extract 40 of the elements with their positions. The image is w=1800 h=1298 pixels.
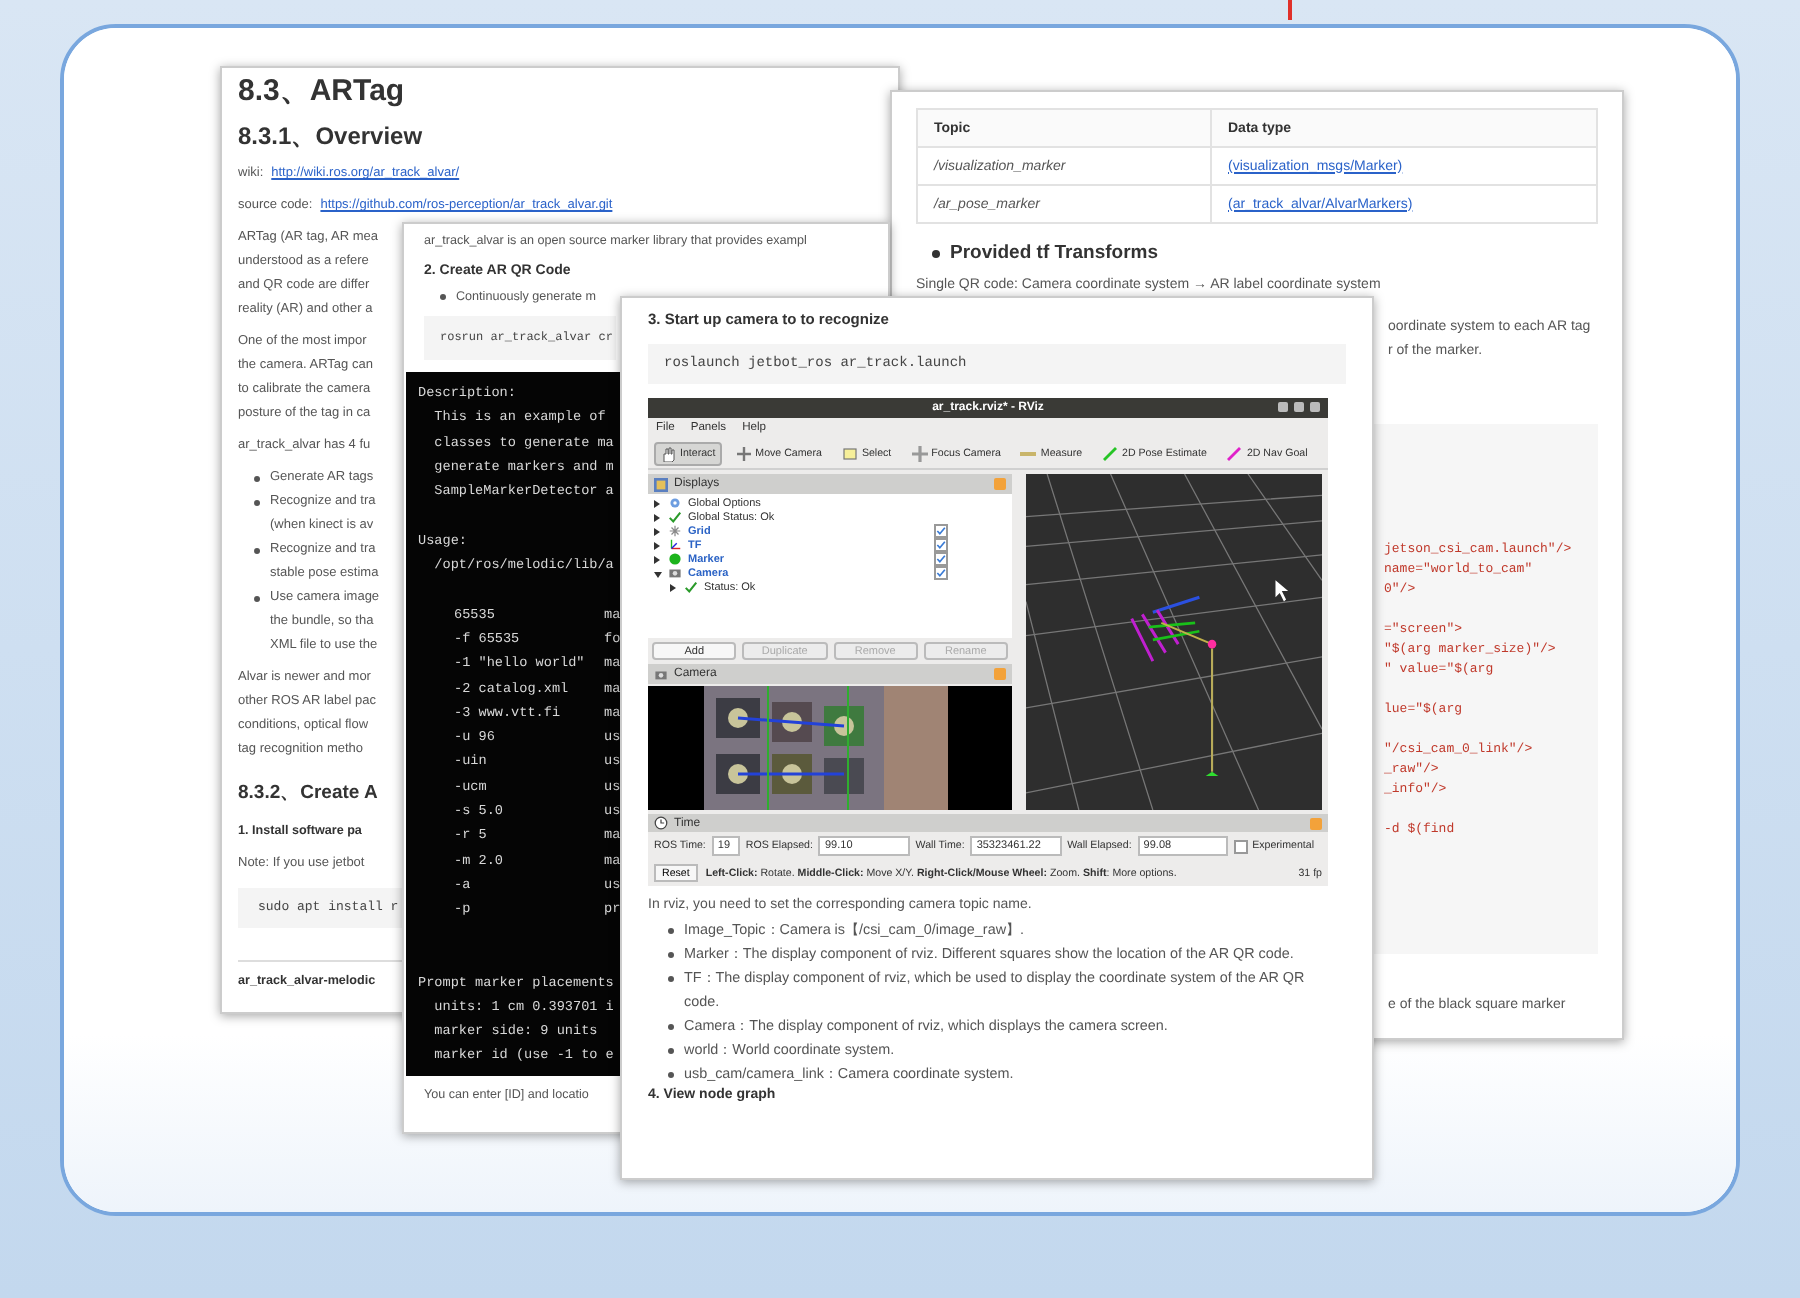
crosshair-icon — [911, 445, 928, 461]
bullet-icon — [668, 1024, 674, 1030]
expand-arrow-icon[interactable] — [654, 499, 664, 507]
axes-icon — [668, 538, 682, 552]
expand-arrow-icon[interactable] — [654, 571, 662, 577]
check-icon — [684, 580, 698, 594]
bullet-icon — [254, 596, 260, 602]
section-heading: Provided tf Transforms — [950, 242, 1158, 264]
bullet-icon — [254, 548, 260, 554]
ball-icon — [668, 552, 682, 566]
bullet-icon — [668, 1048, 674, 1054]
expand-arrow-icon[interactable] — [654, 527, 664, 535]
checkbox[interactable] — [934, 538, 948, 552]
bullet-icon — [932, 249, 940, 257]
bullet-icon — [668, 928, 674, 934]
square-icon — [841, 445, 858, 461]
checkbox[interactable] — [934, 524, 948, 538]
bullet-icon — [254, 500, 260, 506]
camera-icon — [654, 667, 668, 681]
expand-arrow-icon[interactable] — [670, 583, 680, 591]
check-icon — [668, 510, 682, 524]
checkbox[interactable] — [934, 566, 948, 580]
page-title: 8.3、ARTag — [238, 74, 405, 110]
hand-icon — [660, 445, 676, 461]
expand-arrow-icon[interactable] — [654, 513, 664, 521]
checkbox[interactable] — [1234, 839, 1249, 853]
checkbox[interactable] — [934, 552, 948, 566]
bullet-icon — [668, 1072, 674, 1078]
grid-icon — [668, 524, 682, 538]
bullet-icon — [668, 976, 674, 982]
section-heading: 8.3.1、Overview — [238, 120, 423, 152]
section-heading: 8.3.2、Create A — [238, 780, 378, 808]
clock-icon — [654, 816, 668, 830]
bullet-icon — [254, 476, 260, 482]
bullet-icon — [668, 952, 674, 958]
camera-icon — [668, 566, 682, 580]
move-icon — [735, 445, 752, 461]
bullet-icon — [440, 294, 446, 300]
monitor-icon — [654, 477, 668, 491]
expand-arrow-icon[interactable] — [654, 541, 664, 549]
